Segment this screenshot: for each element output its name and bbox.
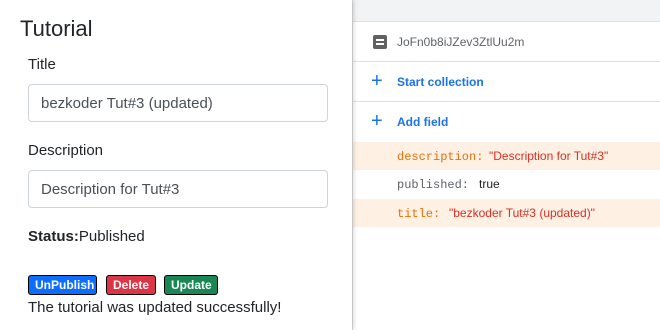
field-value: true — [479, 177, 500, 191]
firestore-panel: JoFn0b8iJZev3ZtlUu2m + Start collection … — [352, 0, 660, 330]
start-collection-label: Start collection — [397, 75, 484, 89]
status-label: Status: — [28, 228, 79, 245]
field-key: description: — [397, 150, 484, 164]
panel-header — [353, 0, 660, 22]
plus-icon: + — [371, 110, 383, 132]
field-row-description[interactable]: description: "Description for Tut#3" — [353, 142, 660, 170]
document-row[interactable]: JoFn0b8iJZev3ZtlUu2m — [353, 22, 660, 62]
description-input[interactable] — [28, 170, 328, 208]
tutorial-panel: Tutorial Title Description Status:Publis… — [0, 0, 352, 330]
unpublish-button[interactable]: UnPublish — [28, 275, 97, 295]
field-key: published: — [397, 178, 470, 192]
title-label: Title — [28, 56, 56, 73]
plus-icon: + — [371, 70, 383, 92]
field-value: "bezkoder Tut#3 (updated)" — [449, 206, 595, 220]
field-value: "Description for Tut#3" — [489, 149, 609, 163]
start-collection-button[interactable]: + Start collection — [353, 62, 660, 102]
title-input[interactable] — [28, 84, 328, 122]
field-row-published[interactable]: published: true — [353, 170, 660, 198]
document-icon — [373, 35, 387, 49]
page-title: Tutorial — [20, 16, 93, 41]
field-row-title[interactable]: title: "bezkoder Tut#3 (updated)" — [353, 199, 660, 227]
field-key: title: — [397, 207, 441, 221]
document-id: JoFn0b8iJZev3ZtlUu2m — [397, 35, 525, 49]
add-field-label: Add field — [397, 115, 449, 129]
update-button[interactable]: Update — [164, 275, 218, 295]
description-label: Description — [28, 142, 104, 159]
status-value: Published — [78, 228, 145, 245]
success-message: The tutorial was updated successfully! — [28, 299, 282, 316]
status-line: Status:Published — [28, 228, 145, 245]
delete-button[interactable]: Delete — [106, 275, 156, 295]
add-field-button[interactable]: + Add field — [353, 102, 660, 142]
